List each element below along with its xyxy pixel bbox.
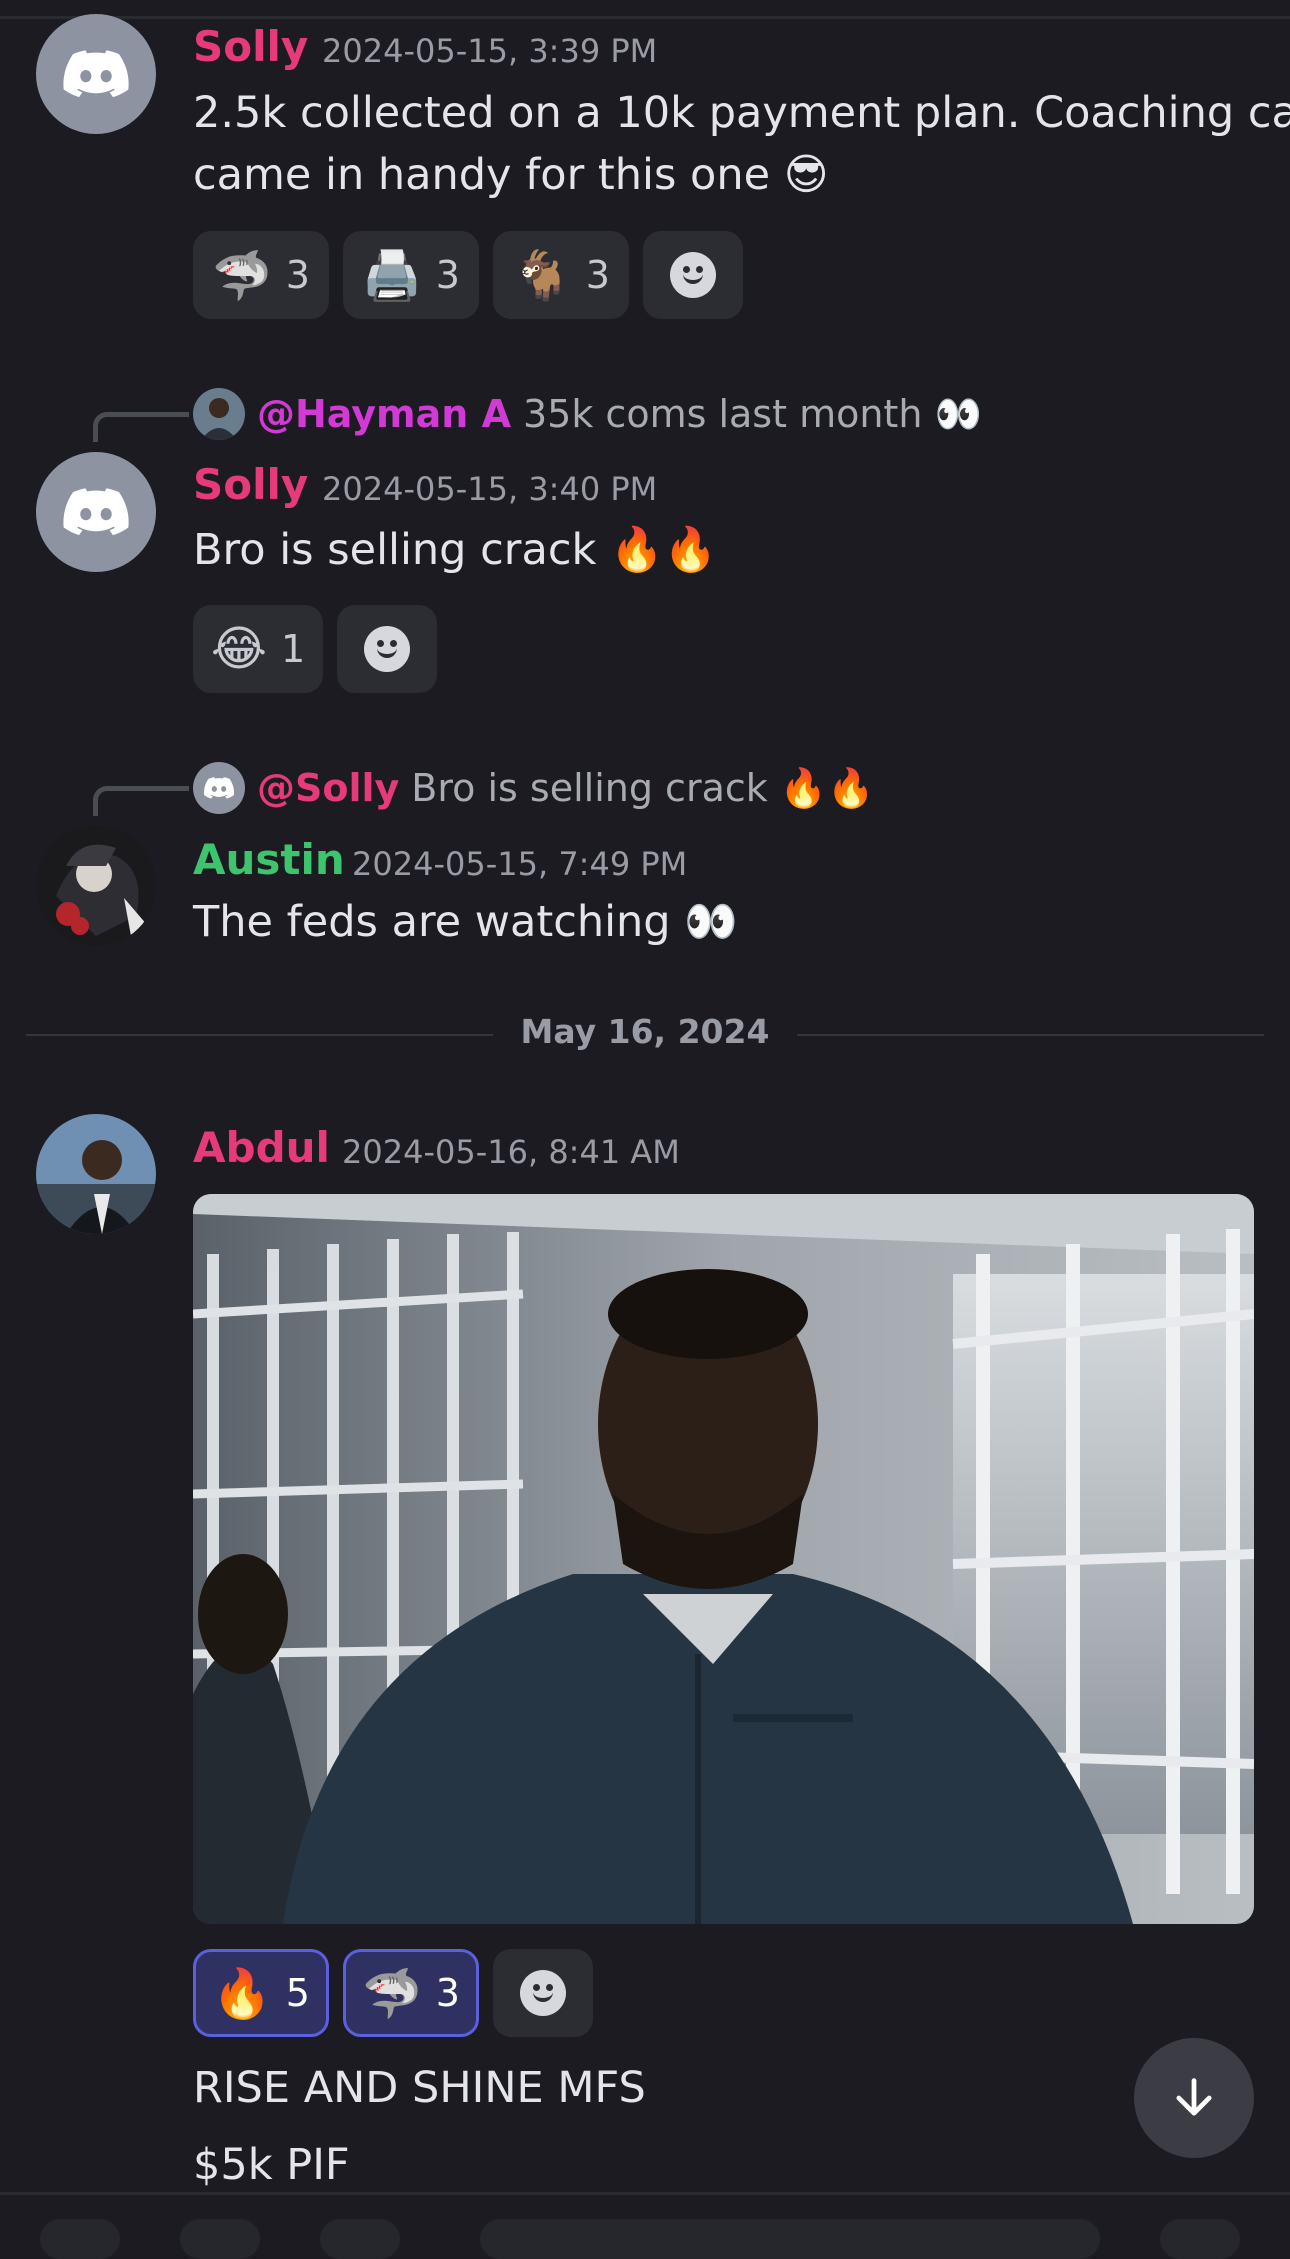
austin-avatar[interactable] [36,826,156,946]
reply-connector [93,786,189,816]
laughing-emoji: 😂 [210,621,267,677]
reaction-count: 5 [285,1971,310,2015]
message-timestamp: 2024-05-15, 3:40 PM [322,470,658,508]
reaction-fire[interactable]: 🔥 5 [193,1949,329,2037]
message-author[interactable]: Solly [193,460,308,509]
reply-text: Bro is selling crack 🔥🔥 [411,765,875,810]
abdul-avatar[interactable] [36,1114,156,1234]
fire-emoji: 🔥 [212,1965,272,2022]
reply-mention[interactable]: @Hayman A [257,392,511,436]
reply-text: 35k coms last month 👀 [522,391,982,436]
arrow-down-icon [1176,2078,1212,2116]
shark-emoji: 🦈 [212,247,272,304]
discord-logo-icon [63,50,129,98]
solly-mini-avatar [193,762,245,814]
message-timestamp: 2024-05-15, 7:49 PM [352,845,688,883]
discord-logo-icon [204,777,234,799]
message-line: $5k PIF [193,2140,350,2190]
message-author[interactable]: Abdul [193,1123,330,1172]
message-text: Bro is selling crack 🔥🔥 [193,525,718,575]
date-divider: May 16, 2024 [0,1012,1290,1051]
jump-to-bottom-button[interactable] [1134,2038,1254,2158]
printer-emoji: 🖨️ [362,247,422,304]
message-timestamp: 2024-05-16, 8:41 AM [342,1133,680,1171]
top-divider [0,16,1290,19]
reaction-printer[interactable]: 🖨️ 3 [343,231,479,319]
eyes-emoji: 👀 [684,897,738,947]
fire-emoji: 🔥🔥 [610,525,718,575]
reply-mention[interactable]: @Solly [257,766,399,810]
composer-button[interactable] [40,2219,120,2259]
reaction-shark[interactable]: 🦈 3 [193,231,329,319]
message-author[interactable]: Austin [193,835,345,884]
composer-button[interactable] [1160,2219,1240,2259]
add-reaction-button[interactable] [643,231,743,319]
goat-emoji: 🐐 [512,247,572,304]
discord-logo-icon [63,488,129,536]
message-line: came in handy for this one 😎 [193,150,829,200]
reaction-laughing[interactable]: 😂 1 [193,605,323,693]
composer-button[interactable] [180,2219,260,2259]
shark-emoji: 🦈 [362,1965,422,2022]
composer-button[interactable] [320,2219,400,2259]
add-reaction-button[interactable] [337,605,437,693]
solly-avatar[interactable] [36,14,156,134]
message-author[interactable]: Solly [193,22,308,71]
message-timestamp: 2024-05-15, 3:39 PM [322,32,658,70]
reaction-shark[interactable]: 🦈 3 [343,1949,479,2037]
message-line: 2.5k collected on a 10k payment plan. Co… [193,88,1290,138]
composer-bar [0,2195,1290,2259]
reaction-count: 1 [280,627,306,671]
message-text: 2.5k collected on a 10k payment plan. Co… [193,82,1290,206]
reply-preview[interactable]: @Solly Bro is selling crack 🔥🔥 [193,762,875,814]
reaction-count: 3 [435,1971,460,2015]
add-reaction-button[interactable] [493,1949,593,2037]
reaction-count: 3 [285,253,310,297]
reaction-count: 3 [585,253,610,297]
message-text: The feds are watching 👀 [193,897,738,947]
hayman-avatar [193,388,245,440]
reply-preview[interactable]: @Hayman A 35k coms last month 👀 [193,388,982,440]
reaction-goat[interactable]: 🐐 3 [493,231,629,319]
fire-emoji: 🔥🔥 [779,765,875,810]
smiley-add-icon [364,626,410,672]
gif-attachment[interactable] [193,1194,1254,1924]
date-divider-label: May 16, 2024 [492,1012,798,1051]
sunglasses-emoji: 😎 [783,150,829,200]
reply-connector [93,412,189,442]
solly-avatar[interactable] [36,452,156,572]
eyes-emoji: 👀 [934,391,982,436]
smiley-add-icon [520,1970,566,2016]
message-line: RISE AND SHINE MFS [193,2063,646,2113]
message-input[interactable] [480,2219,1100,2259]
reaction-count: 3 [435,253,460,297]
smiley-add-icon [670,252,716,298]
